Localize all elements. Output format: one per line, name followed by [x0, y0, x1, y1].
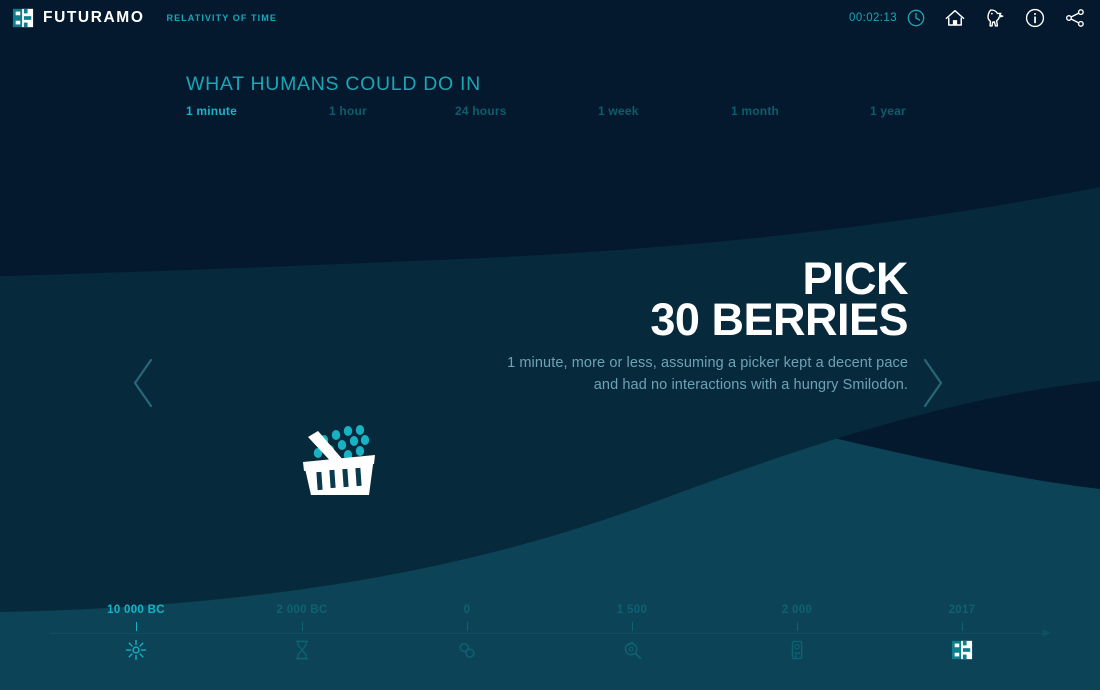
futuramo-logo-icon [12, 8, 34, 28]
futuramo-logo-icon [951, 640, 973, 660]
timeline-label: 2017 [948, 604, 976, 616]
brand[interactable]: FUTURAMO RELATIVITY OF TIME [0, 7, 277, 29]
hourglass-icon [295, 640, 309, 660]
time-scale-tabs: 1 minute 1 hour 24 hours 1 week 1 month 1 yea… [186, 104, 946, 122]
sun-icon [125, 639, 147, 661]
timeline-label: 10 000 BC [107, 604, 165, 616]
tab-1-hour[interactable]: 1 hour [329, 104, 367, 118]
dinosaur-icon[interactable] [984, 7, 1006, 29]
timeline-tick [961, 622, 963, 631]
timeline-label: 2 000 BC [276, 604, 328, 616]
tab-24-hours[interactable]: 24 hours [455, 104, 507, 118]
tab-1-year[interactable]: 1 year [870, 104, 906, 118]
timeline-node-10-000-bc[interactable]: 10 000 BC [76, 604, 196, 661]
berry-basket-icon [303, 425, 375, 495]
timeline-node-2-000-bc[interactable]: 2 000 BC [242, 604, 362, 661]
timeline-arrow-head [1043, 629, 1050, 637]
top-bar-actions: 00:02:13 [849, 7, 1100, 29]
home-icon[interactable] [944, 7, 966, 29]
prev-slide-button[interactable] [130, 357, 158, 409]
next-slide-button[interactable] [918, 357, 946, 409]
timeline-tick [135, 622, 137, 631]
timeline-node-2017[interactable]: 2017 [902, 604, 1022, 661]
page-title: WHAT HUMANS COULD DO IN [186, 73, 481, 95]
slide-title-line2: 30 BERRIES [650, 294, 908, 345]
brand-name: FUTURAMO [43, 9, 145, 26]
app-root: FUTURAMO RELATIVITY OF TIME 00:02:13 WHA… [0, 0, 1100, 690]
tab-1-month[interactable]: 1 month [731, 104, 779, 118]
brand-subtitle: RELATIVITY OF TIME [166, 13, 277, 23]
tab-1-week[interactable]: 1 week [598, 104, 639, 118]
telescope-icon [624, 641, 642, 660]
chain-link-icon [459, 642, 475, 658]
timeline-label: 0 [463, 604, 471, 616]
timeline-tick [796, 622, 798, 631]
timeline-node-2-000[interactable]: 2 000 [737, 604, 857, 661]
timeline-tick [466, 622, 468, 631]
timer-value: 00:02:13 [849, 12, 897, 24]
timeline-label: 1 500 [616, 604, 648, 616]
info-icon[interactable] [1024, 7, 1046, 29]
timeline-label: 2 000 [781, 604, 813, 616]
timeline-node-1-500[interactable]: 1 500 [572, 604, 692, 661]
slide-text: PICK 30 BERRIES 1 minute, more or less, … [488, 256, 908, 396]
session-timer: 00:02:13 [849, 8, 926, 28]
era-timeline: 10 000 BC 2 000 BC 0 1 500 2 000 2017 [0, 604, 1100, 690]
tab-1-minute[interactable]: 1 minute [186, 104, 237, 118]
slide-title: PICK 30 BERRIES [488, 256, 908, 345]
timeline-node-0[interactable]: 0 [407, 604, 527, 661]
phone-icon [791, 640, 803, 660]
timeline-tick [631, 622, 633, 631]
share-icon[interactable] [1064, 7, 1086, 29]
slide-description: 1 minute, more or less, assuming a picke… [507, 355, 908, 393]
timeline-tick [301, 622, 303, 631]
clock-icon [907, 9, 925, 27]
timeline-axis [50, 633, 1050, 634]
top-bar: FUTURAMO RELATIVITY OF TIME 00:02:13 [0, 0, 1100, 36]
